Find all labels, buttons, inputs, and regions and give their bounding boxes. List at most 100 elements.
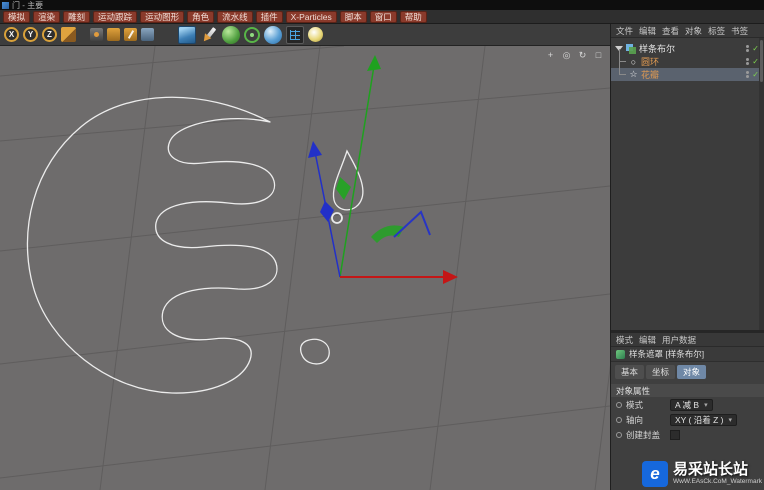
- om-menu-tags[interactable]: 标签: [708, 25, 725, 37]
- visibility-dots-icon[interactable]: [746, 45, 750, 52]
- menu-mograph[interactable]: 运动图形: [140, 10, 185, 23]
- object-row-circle[interactable]: ○ 圆环 ✓: [611, 49, 764, 68]
- tab-coordinates[interactable]: 坐标: [646, 365, 676, 379]
- om-menu-file[interactable]: 文件: [616, 25, 633, 37]
- object-tree: 样条布尔 ✓ ○ 圆环 ✓ ☆ 花瓣 ✓: [611, 38, 764, 330]
- dropdown-value: A 减 B: [675, 399, 700, 410]
- enabled-check-icon[interactable]: ✓: [752, 70, 759, 79]
- field-create-cap: 创建封盖: [611, 427, 764, 442]
- viewport-grid: [0, 46, 610, 490]
- coordinate-system-button[interactable]: [61, 27, 76, 42]
- mograph-array-button[interactable]: [244, 26, 260, 43]
- autokey-button[interactable]: [107, 28, 120, 41]
- boolean-result-spline[interactable]: [26, 96, 278, 394]
- object-manager-scrollbar[interactable]: [759, 38, 764, 330]
- menu-bar: 模拟 渲染 雕刻 运动跟踪 运动图形 角色 流水线 插件 X-Particles…: [0, 10, 764, 24]
- axis-dropdown[interactable]: XY ( 沿着 Z ) ▾: [670, 413, 738, 426]
- field-mode: 模式 A 减 B ▾: [611, 397, 764, 412]
- menu-render[interactable]: 渲染: [33, 10, 61, 23]
- scrollbar-thumb[interactable]: [760, 40, 763, 82]
- lock-z-axis-button[interactable]: Z: [42, 27, 57, 42]
- object-label: 花瓣: [641, 70, 660, 80]
- menu-window[interactable]: 窗口: [369, 10, 397, 23]
- keyframe-ring-icon[interactable]: [616, 431, 622, 438]
- object-row-flower[interactable]: ☆ 花瓣 ✓: [611, 62, 764, 81]
- visibility-dots-icon[interactable]: [746, 71, 750, 78]
- title-bar: 门 - 主要: [0, 0, 764, 10]
- menu-simulate[interactable]: 模拟: [3, 10, 31, 23]
- object-properties-header[interactable]: 对象属性: [611, 384, 764, 397]
- flower-spline-icon: ☆: [629, 69, 638, 79]
- om-menu-view[interactable]: 查看: [662, 25, 679, 37]
- enabled-check-icon[interactable]: ✓: [752, 57, 759, 66]
- viewport[interactable]: + ◎ ↻ □: [0, 46, 610, 490]
- tab-basic[interactable]: 基本: [615, 365, 645, 379]
- menu-motion-tracker[interactable]: 运动跟踪: [93, 10, 138, 23]
- record-keyframe-button[interactable]: [90, 28, 103, 41]
- axis-x-handle[interactable]: [340, 270, 458, 284]
- attr-menu-mode[interactable]: 模式: [616, 334, 633, 346]
- enabled-check-icon[interactable]: ✓: [752, 44, 759, 53]
- origin-handle[interactable]: [331, 212, 343, 224]
- plane-handle-blue[interactable]: [393, 210, 431, 238]
- watermark-subtext: WwW.EAsCk.CoM_Watermark: [673, 478, 762, 486]
- menu-plugins[interactable]: 插件: [255, 10, 283, 23]
- menu-character[interactable]: 角色: [187, 10, 215, 23]
- section-title: 对象属性: [616, 385, 651, 396]
- menu-pipeline[interactable]: 流水线: [217, 10, 253, 23]
- attr-menu-edit[interactable]: 编辑: [639, 334, 656, 346]
- field-label: 轴向: [626, 414, 644, 425]
- watermark-brand: 易采站长站: [673, 461, 749, 479]
- keyframe-ring-icon[interactable]: [616, 401, 622, 408]
- lock-x-axis-button[interactable]: X: [4, 27, 19, 42]
- plane-handle-green[interactable]: [371, 225, 404, 243]
- attr-menu-userdata[interactable]: 用户数据: [662, 334, 696, 346]
- keyframe-selection-button[interactable]: [124, 28, 137, 41]
- cube-primitive-button[interactable]: [178, 25, 196, 44]
- viewport-canvas[interactable]: [0, 46, 610, 490]
- axis-z-handle[interactable]: [308, 141, 341, 278]
- spline-boolean-icon: [626, 43, 636, 54]
- watermark-logo-icon: e: [642, 461, 669, 487]
- object-manager-menubar: 文件 编辑 查看 对象 标签 书签: [611, 24, 764, 38]
- render-settings-button[interactable]: [286, 25, 304, 44]
- toolbar: X Y Z: [0, 24, 610, 46]
- zoom-view-icon[interactable]: ◎: [561, 50, 572, 60]
- pan-view-icon[interactable]: +: [545, 50, 556, 60]
- rotate-view-icon[interactable]: ↻: [577, 50, 588, 60]
- menu-x-particles[interactable]: X-Particles: [285, 10, 337, 23]
- tab-object[interactable]: 对象: [677, 365, 707, 379]
- object-row-spline-boolean[interactable]: 样条布尔 ✓: [611, 42, 764, 55]
- om-menu-edit[interactable]: 编辑: [639, 25, 656, 37]
- object-manager: 文件 编辑 查看 对象 标签 书签 样条布尔 ✓ ○ 圆环 ✓ ☆ 花瓣 ✓: [611, 24, 764, 330]
- om-menu-bookmarks[interactable]: 书签: [731, 25, 748, 37]
- light-button[interactable]: [308, 27, 323, 42]
- maximize-view-icon[interactable]: □: [593, 50, 604, 60]
- deformer-button[interactable]: [264, 25, 282, 44]
- menu-help[interactable]: 帮助: [399, 10, 427, 23]
- create-cap-checkbox[interactable]: [670, 429, 680, 440]
- window-title: 门 - 主要: [12, 0, 44, 10]
- object-label: 圆环: [641, 57, 660, 67]
- watermark: e 易采站长站 WwW.EAsCk.CoM_Watermark: [642, 461, 762, 487]
- spline-fragment[interactable]: [299, 338, 330, 365]
- menu-script[interactable]: 脚本: [339, 10, 367, 23]
- om-menu-objects[interactable]: 对象: [685, 25, 702, 37]
- viewport-column: X Y Z + ◎ ↻ □: [0, 24, 610, 490]
- timeline-button[interactable]: [141, 28, 154, 41]
- visibility-dots-icon[interactable]: [746, 58, 750, 65]
- app-icon: [2, 1, 9, 9]
- spline-mask-icon: [616, 349, 625, 359]
- axis-y-handle[interactable]: [336, 55, 381, 278]
- chevron-down-icon: ▾: [728, 416, 733, 424]
- keyframe-ring-icon[interactable]: [616, 416, 622, 423]
- lock-y-axis-button[interactable]: Y: [23, 27, 38, 42]
- attribute-title-row: 样条遮罩 [样条布尔]: [611, 347, 764, 362]
- spline-pen-button[interactable]: [200, 26, 218, 44]
- chevron-down-icon: ▾: [704, 401, 708, 409]
- mode-dropdown[interactable]: A 减 B ▾: [670, 398, 713, 411]
- main-area: X Y Z + ◎ ↻ □ 文件 编辑 查看 对象 标签 书签 样条布尔 ✓ ○…: [0, 24, 764, 490]
- field-axis: 轴向 XY ( 沿着 Z ) ▾: [611, 412, 764, 427]
- generator-button[interactable]: [222, 25, 240, 44]
- menu-sculpt[interactable]: 雕刻: [63, 10, 91, 23]
